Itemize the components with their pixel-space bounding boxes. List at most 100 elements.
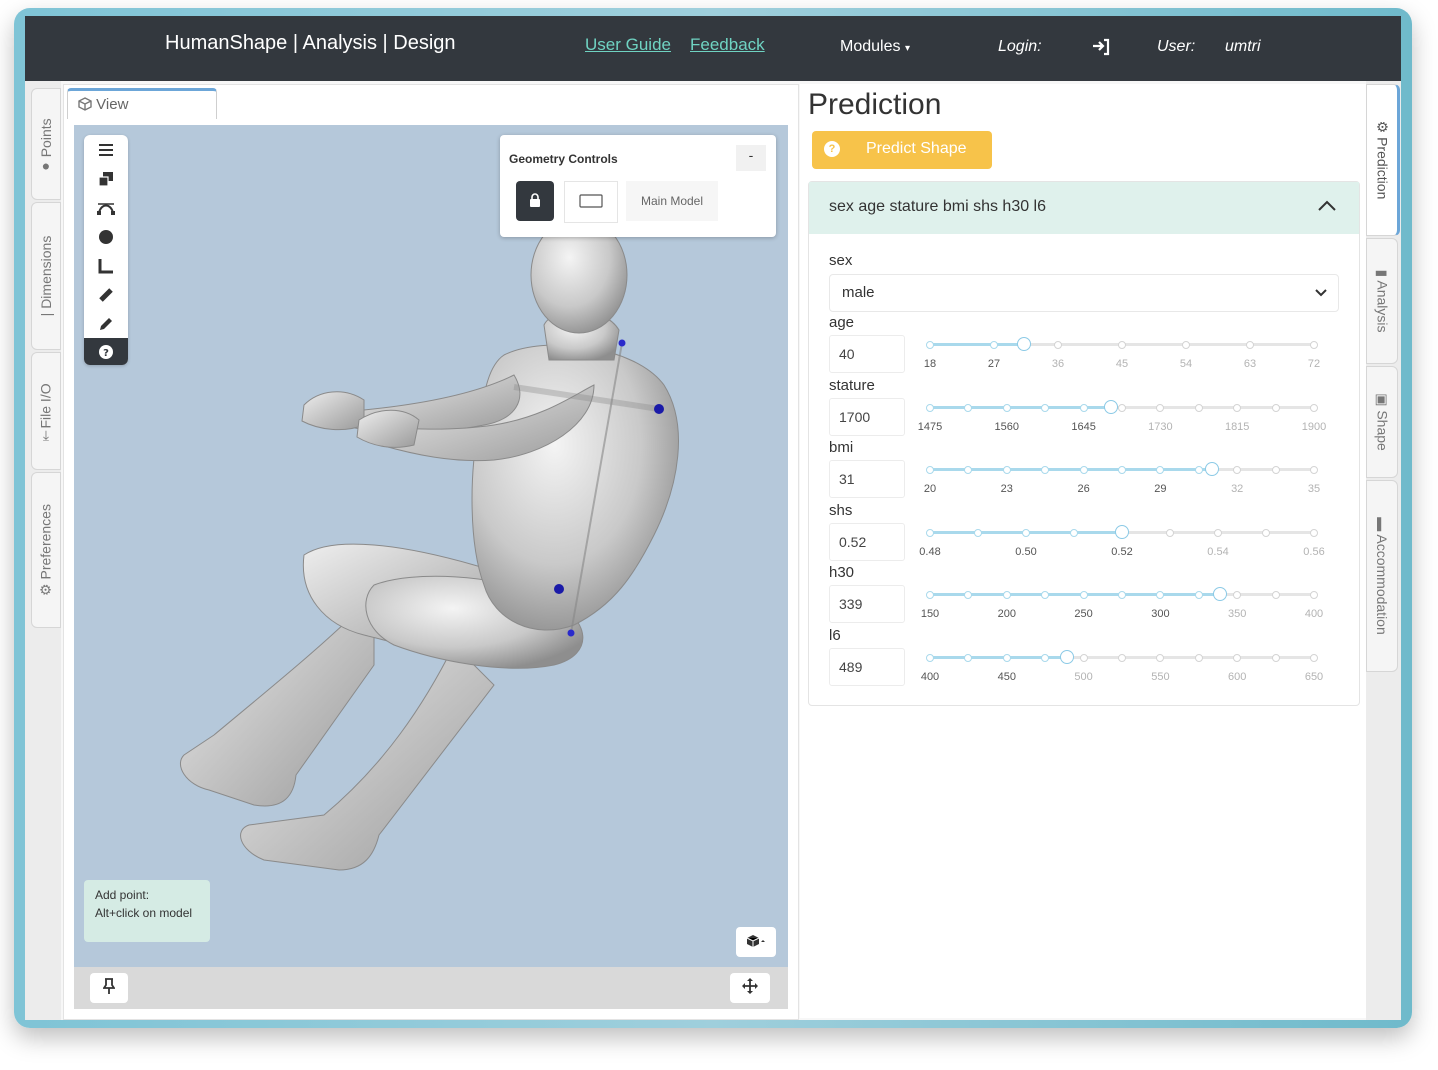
l6-slider[interactable]: 400 450 500 550 600 650 [921, 649, 1323, 689]
shs-label: shs [829, 501, 853, 519]
slider-fill [930, 343, 1024, 346]
menu-icon[interactable] [84, 135, 128, 164]
layers-icon[interactable] [84, 164, 128, 193]
age-slider[interactable]: 18 27 36 45 54 63 72 [924, 336, 1320, 376]
slider-tick-label: 0.54 [1207, 545, 1229, 558]
slider-handle[interactable] [1016, 337, 1031, 351]
slider-step-dot [1233, 403, 1242, 412]
slider-step-dot [974, 528, 982, 537]
slider-step-dot [1002, 654, 1011, 662]
slider-step-dot [964, 654, 973, 662]
stature-slider[interactable]: 1475 1560 1645 1730 1815 1900 [918, 399, 1326, 439]
gear-icon: ⚙ [37, 583, 54, 596]
slider-step-dot [1182, 341, 1190, 349]
help-icon[interactable]: ? [84, 338, 128, 365]
slider-handle[interactable] [1204, 462, 1219, 477]
slider-step-dot [1002, 591, 1011, 600]
slider-tick-label: 32 [1231, 483, 1244, 496]
tab-analysis[interactable]: ▮ Analysis [1366, 238, 1398, 364]
slider-tick-label: 63 [1243, 358, 1257, 370]
slider-tick-label: 500 [1074, 671, 1093, 683]
collapse-button[interactable]: - [736, 145, 766, 171]
lock-button[interactable] [516, 181, 554, 221]
tab-preferences[interactable]: ⚙ Preferences [31, 472, 61, 628]
slider-step-dot [1194, 591, 1203, 600]
app-brand[interactable]: HumanShape | Analysis | Design [165, 32, 456, 55]
slider-tick-label: 150 [920, 608, 940, 621]
slider-step-dot [1233, 591, 1242, 600]
age-input[interactable]: 40 [829, 335, 905, 373]
ruler-icon[interactable] [84, 280, 128, 309]
pencil-icon[interactable] [84, 309, 128, 338]
slider-step-dot [1233, 654, 1242, 662]
slider-step-dot [1054, 341, 1062, 349]
pin-button[interactable] [90, 973, 128, 1003]
slider-step-dot [1271, 654, 1280, 662]
slider-step-dot [1079, 466, 1088, 475]
bmi-label: bmi [829, 439, 854, 457]
slider-tick-label: 0.50 [1015, 545, 1037, 558]
tab-shape[interactable]: ▣ Shape [1366, 366, 1398, 478]
l6-input[interactable]: 489 [829, 648, 905, 686]
slider-step-dot [1310, 654, 1318, 662]
feedback-link[interactable]: Feedback [690, 35, 765, 55]
user-label: User: [1157, 38, 1196, 55]
main-model-button[interactable]: Main Model [626, 181, 718, 221]
slider-step-dot [1271, 403, 1280, 412]
map-marker-icon: ● [41, 157, 51, 174]
tab-points[interactable]: ● Points [31, 88, 61, 200]
user-guide-link[interactable]: User Guide [585, 35, 671, 55]
geometry-controls-panel: Geometry Controls - Main Model [500, 135, 776, 237]
slider-step-dot [1271, 466, 1280, 475]
bmi-input[interactable]: 31 [829, 460, 905, 499]
slider-handle[interactable] [1059, 650, 1074, 664]
tab-dimensions[interactable]: | Dimensions [31, 202, 61, 350]
login-label: Login: [998, 38, 1042, 55]
predict-shape-button[interactable]: ? Predict Shape [812, 131, 992, 169]
sex-select[interactable]: male [829, 274, 1339, 312]
sign-in-icon[interactable] [1091, 38, 1111, 60]
tab-prediction[interactable]: ⚙ Prediction [1366, 84, 1400, 236]
age-label: age [829, 314, 855, 331]
slider-tick-label: 45 [1115, 358, 1129, 370]
slider-tick-label: 650 [1304, 671, 1324, 683]
shs-slider[interactable]: 0.48 0.50 0.52 0.54 0.56 [919, 524, 1325, 564]
move-button[interactable] [730, 973, 770, 1003]
3d-viewport[interactable]: ? Geometry Controls - Main Model Add poi… [74, 125, 788, 967]
tab-file-io[interactable]: ⤓ File I/O [31, 352, 61, 470]
slider-handle[interactable] [1213, 587, 1228, 602]
slider-step-dot [1118, 591, 1126, 600]
camera-view-dropdown[interactable] [736, 927, 776, 957]
bed-icon: ▬ [1374, 517, 1390, 532]
slider-step-dot [1246, 341, 1254, 349]
sphere-icon[interactable] [84, 222, 128, 251]
slider-handle[interactable] [1103, 399, 1118, 414]
tab-view[interactable]: View [67, 88, 217, 119]
top-navbar: HumanShape | Analysis | Design User Guid… [25, 16, 1401, 81]
tab-accommodation[interactable]: ▬ Accommodation [1366, 480, 1398, 672]
modules-dropdown[interactable]: Modules ▾ [840, 38, 910, 56]
user-name[interactable]: umtri [1225, 38, 1261, 56]
h30-input[interactable]: 339 [829, 585, 905, 624]
slider-tick-label: 72 [1307, 358, 1321, 370]
slider-step-dot [1310, 528, 1318, 537]
bmi-slider[interactable]: 20 23 26 29 32 35 [924, 461, 1320, 501]
slider-step-dot [1310, 591, 1318, 600]
accordion-header[interactable]: sex age stature bmi shs h30 l6 [809, 182, 1359, 234]
visibility-toggle-button[interactable] [564, 181, 618, 223]
bezier-icon[interactable] [84, 193, 128, 222]
chevron-up-icon [1317, 198, 1337, 217]
h30-slider[interactable]: 150 200 250 300 350 400 [921, 586, 1323, 626]
slider-step-dot [1156, 591, 1165, 600]
cube-icon [78, 96, 96, 113]
slider-tick-label: 0.48 [919, 545, 941, 558]
slider-step-dot [1118, 403, 1126, 412]
stature-input[interactable]: 1700 [829, 397, 905, 436]
angle-icon[interactable] [84, 251, 128, 280]
slider-handle[interactable] [1115, 524, 1129, 539]
slider-step-dot [1194, 403, 1203, 412]
predictor-accordion: sex age stature bmi shs h30 l6 sex male … [808, 181, 1360, 706]
human-model-render[interactable] [74, 125, 788, 967]
slider-step-dot [1070, 528, 1078, 537]
shs-input[interactable]: 0.52 [829, 522, 905, 561]
